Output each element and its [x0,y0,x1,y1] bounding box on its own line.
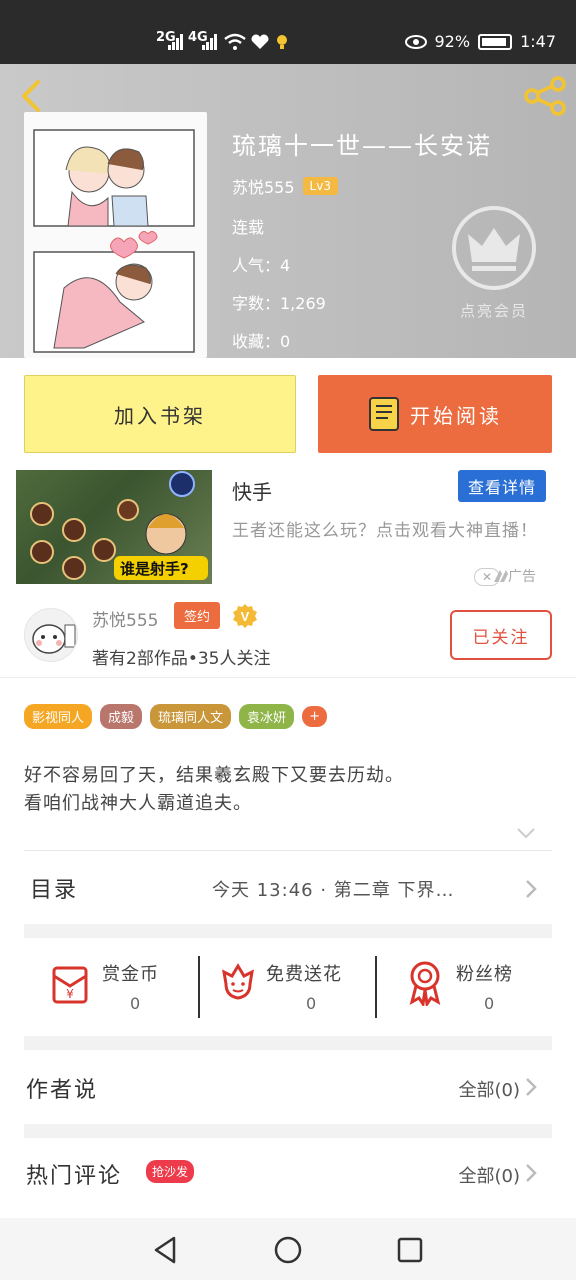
header-author-row: 苏悦555 Lv3 [232,174,338,198]
book-description: 好不容易回了天，结果羲玄殿下又要去历劫。 看咱们战神大人霸道追夫。 [24,762,404,818]
tag-item[interactable]: 琉璃同人文 [150,704,232,729]
author-stats: 著有2部作品•35人关注 [92,649,271,669]
signal-bars-icon [202,34,217,50]
tag-list: 影视同人 成毅 琉璃同人文 袁冰妍 + [24,704,327,729]
divider [24,850,552,851]
ad-image-caption: 谁是射手? [120,560,189,578]
avatar[interactable] [24,608,78,662]
serial-status: 连载 [232,218,265,237]
level-badge: Lv3 [302,177,338,195]
latest-chapter: 今天 13:46 · 第二章 下界… [212,880,455,901]
fan-ranking-button[interactable]: 粉丝榜 0 [376,940,552,1036]
verified-v-icon: V [233,604,257,628]
start-reading-button[interactable]: 开始阅读 [318,375,552,453]
author-says-row[interactable]: 作者说 全部(0) [0,1052,576,1124]
reward-coins-label: 赏金币 [102,964,159,985]
ad-label: 广告 [508,569,536,585]
section-spacer [24,1036,552,1050]
expand-chevron-down-icon[interactable] [516,826,536,840]
hot-comments-row[interactable]: 热门评论 抢沙发 全部(0) [0,1138,576,1210]
nav-back-icon[interactable] [148,1232,184,1268]
section-spacer [24,924,552,938]
favorites-stat: 收藏：0 [232,332,291,351]
author-card[interactable]: 苏悦555 签约 V 著有2部作品•35人关注 已关注 [0,598,576,678]
signed-badge: 签约 [174,602,221,629]
fan-ranking-value: 0 [484,994,495,1013]
nav-recents-icon[interactable] [392,1232,428,1268]
ad-image[interactable]: 谁是射手? [16,470,212,584]
wifi-icon [224,33,246,50]
share-icon[interactable] [524,76,568,116]
author-name[interactable]: 苏悦555 [92,606,158,631]
flower-icon [222,963,254,1000]
header-author-name[interactable]: 苏悦555 [232,174,295,198]
description-line: 好不容易回了天，结果羲玄殿下又要去历劫。 [24,765,404,786]
cover-illustration [33,129,195,353]
svg-text:¥: ¥ [66,987,74,1001]
send-flowers-label: 免费送花 [266,964,342,985]
rewards-panel: ¥ 赏金币 0 免费送花 0 粉丝榜 0 [24,940,552,1036]
reward-coins-value: 0 [130,994,141,1013]
popularity-stat: 人气：4 [232,256,291,275]
description-line: 看咱们战神大人霸道追夫。 [24,793,252,814]
battery-icon [478,33,513,50]
health-icon [251,34,269,49]
clock: 1:47 [520,32,556,51]
avatar-image [32,624,76,654]
word-count-stat: 字数：1,269 [232,294,326,313]
ad-title: 快手 [232,480,272,504]
medal-icon [409,961,441,1006]
nav-home-icon[interactable] [270,1232,306,1268]
book-cover [24,112,207,358]
toc-label: 目录 [30,878,79,903]
following-button[interactable]: 已关注 [450,610,552,660]
eye-icon [404,34,427,49]
start-reading-label: 开始阅读 [410,403,502,428]
section-spacer [24,1124,552,1138]
chevron-right-icon [526,1078,537,1096]
book-title: 琉璃十一世——长安诺 [232,132,492,160]
ad-logo-icon [494,570,508,582]
battery-percent: 92% [434,32,471,51]
send-flowers-button[interactable]: 免费送花 0 [200,940,376,1036]
crown-icon [452,206,536,290]
fan-ranking-label: 粉丝榜 [456,964,513,985]
author-says-label: 作者说 [26,1078,99,1103]
send-flowers-value: 0 [306,994,317,1013]
status-bar: 2G 4G 92% 1:47 [0,0,576,64]
tag-item[interactable]: 成毅 [100,704,143,729]
reward-coins-button[interactable]: ¥ 赏金币 0 [24,940,200,1036]
vip-member-button[interactable]: 点亮会员 [448,204,540,324]
back-arrow-icon[interactable] [14,78,50,114]
author-says-all-link[interactable]: 全部(0) [459,1076,521,1102]
book-icon [369,397,399,431]
tag-item[interactable]: 袁冰妍 [239,704,295,729]
tag-item[interactable]: 影视同人 [24,704,93,729]
verified-v-letter: V [241,609,250,624]
ad-description: 王者还能这么玩？点击观看大神直播！ [232,521,538,541]
ad-banner[interactable]: 谁是射手? 快手 查看详情 王者还能这么玩？点击观看大神直播！ ✕ 广告 [0,466,576,594]
notification-icon [277,35,287,49]
signal-bars-icon [168,34,183,50]
hot-comments-all-link[interactable]: 全部(0) [459,1162,521,1188]
vip-label: 点亮会员 [459,302,528,320]
book-header: 琉璃十一世——长安诺 苏悦555 Lv3 连载 人气：4 字数：1,269 收藏… [0,64,576,358]
chevron-right-icon [526,1164,537,1182]
tag-more-button[interactable]: + [302,706,327,727]
ad-view-details-button[interactable]: 查看详情 [458,470,546,502]
red-envelope-icon: ¥ [52,966,88,1004]
chevron-right-icon [526,880,537,898]
hot-comments-label: 热门评论 [26,1164,123,1189]
system-navigation-bar [0,1218,576,1280]
add-to-shelf-button[interactable]: 加入书架 [24,375,296,453]
table-of-contents-row[interactable]: 目录 今天 13:46 · 第二章 下界… [0,852,576,924]
first-comment-badge[interactable]: 抢沙发 [146,1160,195,1183]
